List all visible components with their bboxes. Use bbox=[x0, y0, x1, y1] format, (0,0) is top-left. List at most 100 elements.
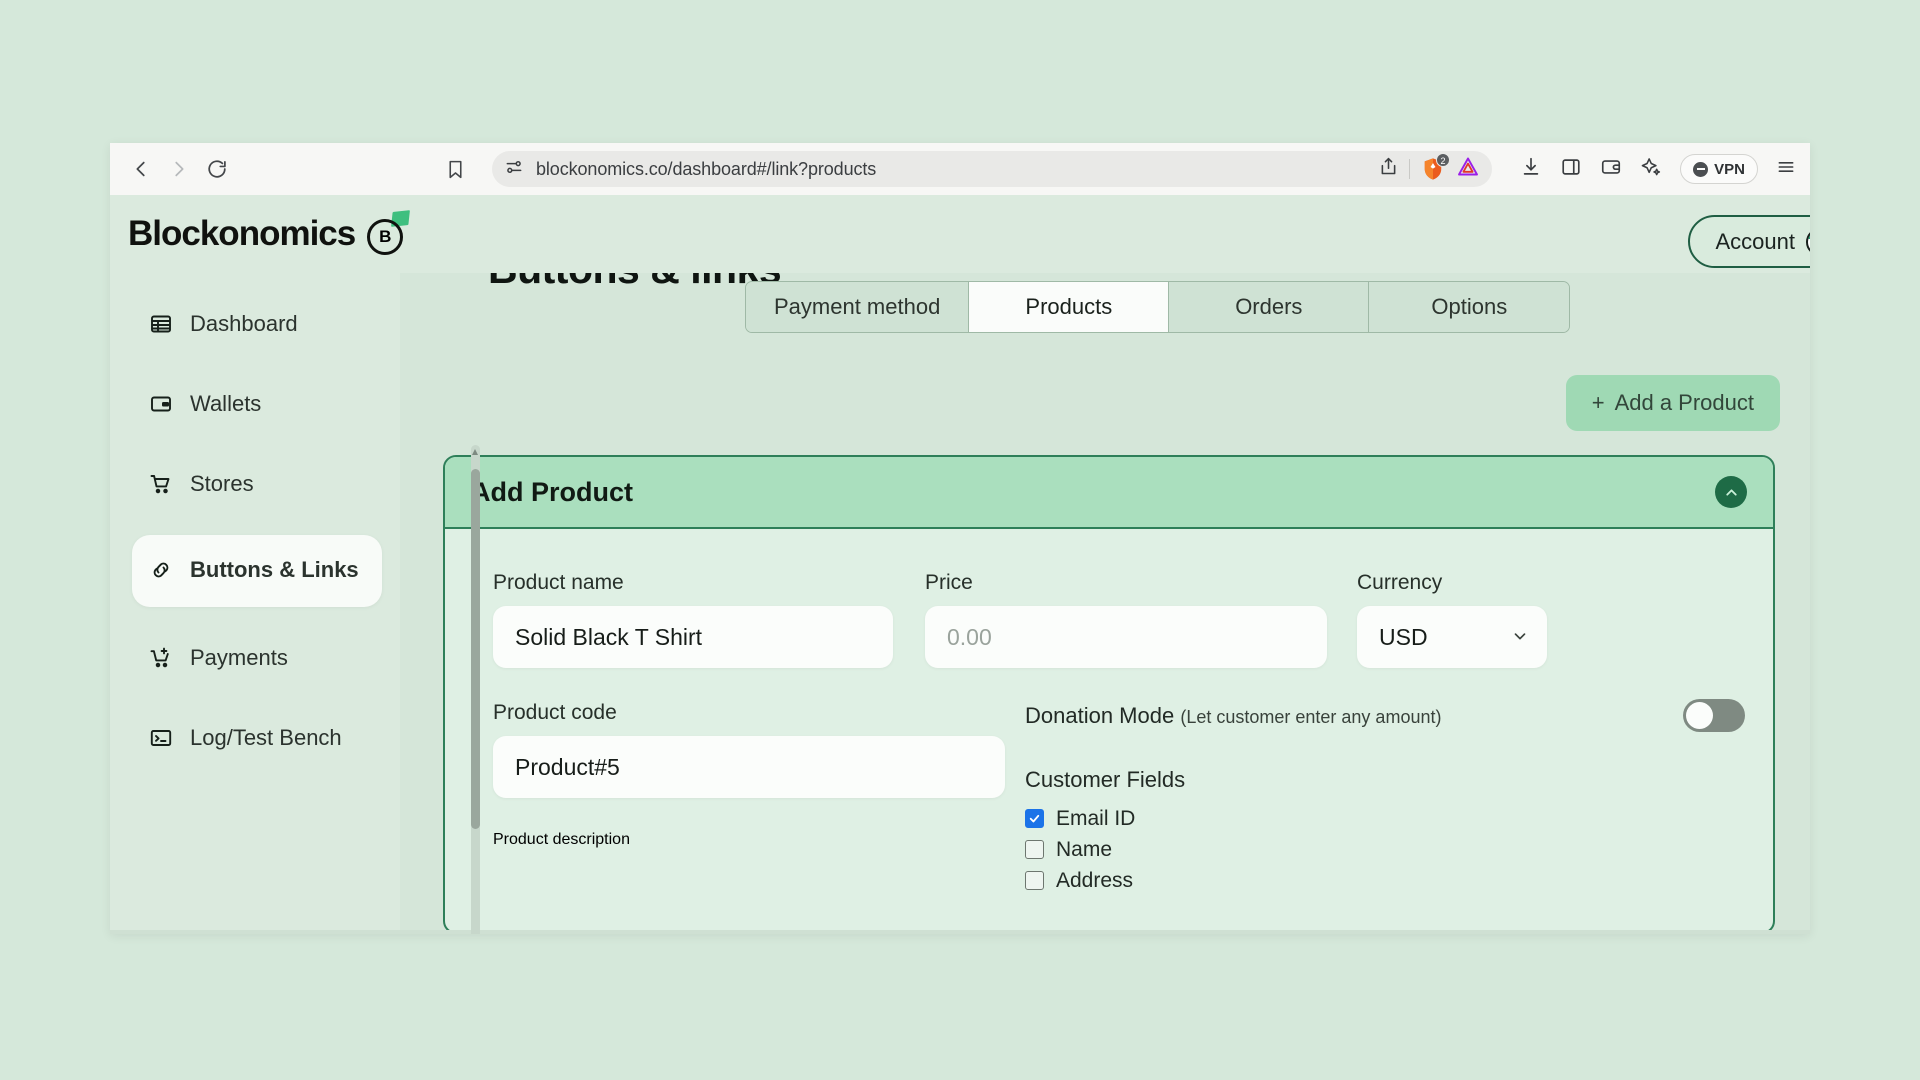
tab-products[interactable]: Products bbox=[969, 282, 1170, 332]
sidebar-item-stores[interactable]: Stores bbox=[132, 455, 382, 513]
vpn-button[interactable]: VPN bbox=[1680, 154, 1758, 184]
address-bar[interactable]: blockonomics.co/dashboard#/link?products bbox=[492, 151, 1492, 187]
hamburger-menu-icon[interactable] bbox=[1776, 157, 1796, 182]
sidebar-item-dashboard[interactable]: Dashboard bbox=[132, 295, 382, 353]
add-a-product-button[interactable]: + Add a Product bbox=[1565, 375, 1780, 431]
dashboard-icon bbox=[148, 311, 174, 337]
chevron-up-icon[interactable] bbox=[1715, 476, 1747, 508]
page-title: Buttons & links bbox=[488, 273, 782, 291]
donation-mode-label: Donation Mode (Let customer enter any am… bbox=[1025, 703, 1441, 729]
sidebar-item-label: Buttons & Links bbox=[190, 557, 359, 582]
sidebar-item-label: Dashboard bbox=[190, 311, 298, 336]
plus-icon: + bbox=[1591, 390, 1605, 415]
sparkle-icon[interactable] bbox=[1640, 156, 1662, 183]
sidebar-item-buttons-links[interactable]: Buttons & Links bbox=[132, 535, 382, 607]
sidebar-item-label: Stores bbox=[190, 471, 254, 496]
product-code-label: Product code bbox=[493, 701, 617, 724]
donation-mode-row: Donation Mode (Let customer enter any am… bbox=[1025, 699, 1745, 732]
app-header: Blockonomics B Account bbox=[110, 195, 1810, 273]
price-label: Price bbox=[925, 571, 973, 594]
customer-field-label: Address bbox=[1056, 868, 1134, 892]
customer-field-name[interactable]: Name bbox=[1025, 834, 1185, 865]
sidebar-item-label: Payments bbox=[190, 645, 288, 670]
logo-letter: B bbox=[367, 219, 404, 255]
reload-icon[interactable] bbox=[200, 152, 234, 186]
vpn-label: VPN bbox=[1714, 160, 1745, 178]
url-text: blockonomics.co/dashboard#/link?products bbox=[536, 158, 877, 179]
checkbox-icon[interactable] bbox=[1025, 840, 1044, 859]
donation-mode-toggle[interactable] bbox=[1683, 699, 1745, 732]
blockonomics-logo-icon: B bbox=[365, 210, 411, 255]
scroll-up-arrow-icon[interactable] bbox=[472, 449, 478, 455]
scrollbar-thumb[interactable] bbox=[471, 469, 480, 829]
cart-icon bbox=[148, 471, 174, 497]
toggle-knob bbox=[1686, 702, 1713, 729]
chevron-down-icon bbox=[1511, 624, 1529, 651]
bookmark-icon[interactable] bbox=[438, 152, 472, 186]
wallet-icon[interactable] bbox=[1600, 156, 1622, 183]
brand-name: Blockonomics bbox=[128, 214, 356, 253]
sidebar-scrollbar[interactable] bbox=[471, 445, 480, 934]
customer-fields-title: Customer Fields bbox=[1025, 767, 1186, 792]
price-input[interactable]: 0.00 bbox=[925, 606, 1327, 668]
product-description-label: Product description bbox=[493, 831, 630, 848]
vpn-status-icon bbox=[1693, 161, 1709, 177]
browser-window: blockonomics.co/dashboard#/link?products bbox=[110, 143, 1810, 934]
cart-plus-icon bbox=[148, 645, 174, 671]
product-name-input[interactable]: Solid Black T Shirt bbox=[493, 606, 893, 668]
site-settings-icon[interactable] bbox=[504, 157, 524, 182]
price-field-group: Price 0.00 bbox=[925, 571, 1327, 668]
terminal-icon bbox=[148, 725, 174, 751]
add-product-card: Add Product Product name Solid Black T S… bbox=[443, 455, 1775, 934]
wallet-icon bbox=[148, 391, 174, 417]
product-code-input[interactable]: Product#5 bbox=[493, 736, 1005, 798]
customer-field-label: Name bbox=[1056, 837, 1113, 861]
browser-actions: VPN bbox=[1520, 154, 1796, 184]
screenshot-canvas: blockonomics.co/dashboard#/link?products bbox=[0, 0, 1920, 1080]
add-product-card-header[interactable]: Add Product bbox=[445, 457, 1773, 529]
panel-icon[interactable] bbox=[1560, 156, 1582, 183]
product-code-field-group: Product code Product#5 bbox=[493, 701, 1005, 798]
sidebar-item-wallets[interactable]: Wallets bbox=[132, 375, 382, 433]
checkbox-checked-icon[interactable] bbox=[1025, 809, 1044, 828]
customer-fields-group: Customer Fields Email ID Name Address bbox=[1025, 767, 1185, 896]
donation-mode-title: Donation Mode bbox=[1025, 702, 1175, 728]
currency-select[interactable]: USD bbox=[1357, 606, 1547, 668]
share-icon[interactable] bbox=[1378, 156, 1399, 182]
bat-triangle-icon[interactable] bbox=[1456, 155, 1480, 184]
card-title: Add Product bbox=[471, 476, 633, 507]
add-product-form: Product name Solid Black T Shirt Price 0… bbox=[445, 529, 1773, 932]
sidebar-item-log-test-bench[interactable]: Log/Test Bench bbox=[132, 709, 382, 767]
forward-icon[interactable] bbox=[162, 152, 196, 186]
account-button[interactable]: Account bbox=[1687, 215, 1810, 268]
tab-payment-method[interactable]: Payment method bbox=[746, 282, 970, 332]
donation-mode-hint: (Let customer enter any amount) bbox=[1180, 706, 1442, 727]
currency-label: Currency bbox=[1357, 571, 1443, 594]
currency-field-group: Currency USD bbox=[1357, 571, 1547, 668]
tab-bar: Payment method Products Orders Options bbox=[745, 281, 1571, 333]
customer-field-email-id[interactable]: Email ID bbox=[1025, 803, 1185, 834]
avatar bbox=[1806, 227, 1810, 256]
sidebar-item-payments[interactable]: Payments bbox=[132, 629, 382, 687]
brave-shield-icon[interactable]: 2 bbox=[1420, 153, 1450, 182]
toolbar-divider bbox=[1409, 159, 1410, 179]
customer-field-address[interactable]: Address bbox=[1025, 865, 1185, 896]
link-icon bbox=[148, 557, 174, 583]
sidebar-nav: Dashboard Wallets Stores Buttons & Links… bbox=[110, 273, 400, 934]
back-icon[interactable] bbox=[124, 152, 158, 186]
checkbox-icon[interactable] bbox=[1025, 871, 1044, 890]
customer-field-label: Email ID bbox=[1056, 806, 1136, 830]
add-a-product-label: Add a Product bbox=[1614, 390, 1754, 415]
currency-value: USD bbox=[1379, 623, 1428, 650]
tab-orders[interactable]: Orders bbox=[1169, 282, 1370, 332]
browser-toolbar: blockonomics.co/dashboard#/link?products bbox=[110, 143, 1810, 195]
account-label: Account bbox=[1715, 228, 1796, 254]
tab-options[interactable]: Options bbox=[1369, 282, 1570, 332]
product-name-field-group: Product name Solid Black T Shirt bbox=[493, 571, 893, 668]
download-icon[interactable] bbox=[1520, 156, 1542, 183]
